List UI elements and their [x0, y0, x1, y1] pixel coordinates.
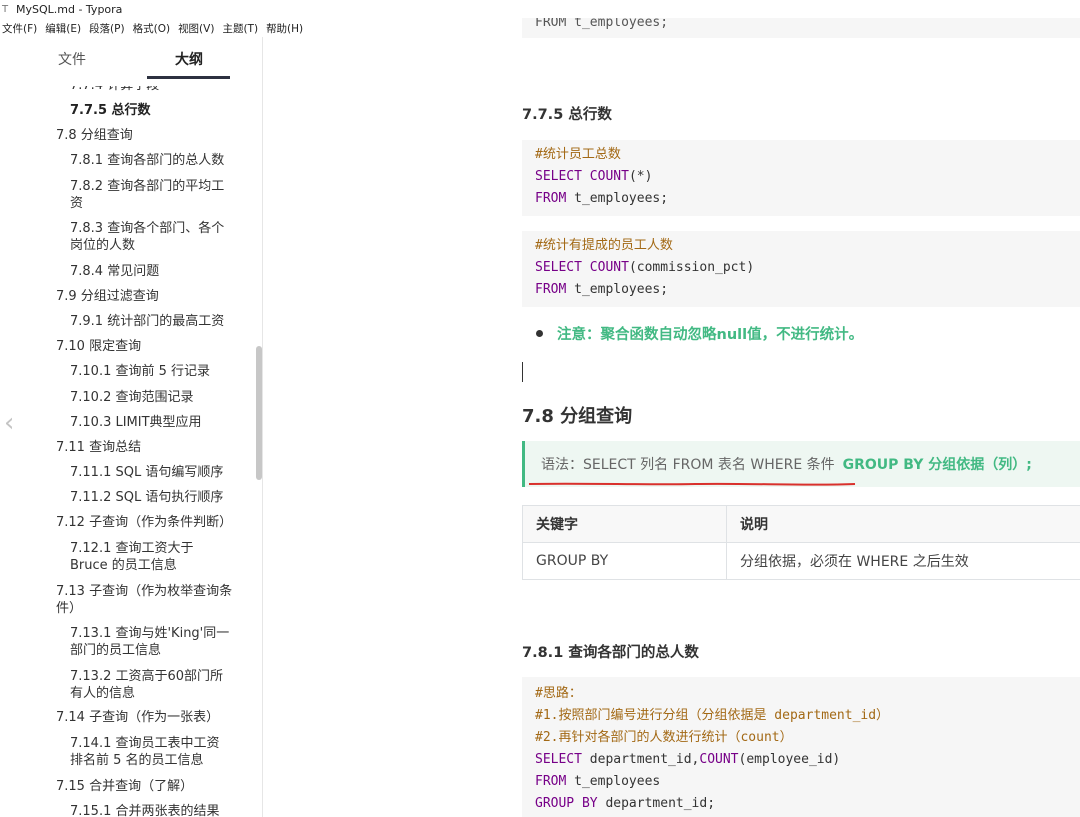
outline-item-7-13-2[interactable]: 7.13.2 工资高于60部门所有人的信息 [70, 668, 230, 702]
outline-item-7-9-1[interactable]: 7.9.1 统计部门的最高工资 [70, 313, 230, 330]
table-cell: 分组依据，必须在 WHERE 之后生效 [726, 542, 1080, 580]
outline-item-7-11-2[interactable]: 7.11.2 SQL 语句执行顺序 [70, 489, 230, 506]
menu-paragraph[interactable]: 段落(P) [89, 21, 125, 36]
syntax-group-by: GROUP BY 分组依据（列）; [842, 457, 1032, 473]
outline-item-7-8-4[interactable]: 7.8.4 常见问题 [70, 263, 230, 280]
code-block-count-commission[interactable]: #统计有提成的员工人数 SELECT COUNT(commission_pct)… [522, 231, 1080, 307]
table-header-row: 关键字 说明 [522, 505, 1080, 543]
code-function: COUNT [589, 169, 629, 184]
outline-item-7-8-1[interactable]: 7.8.1 查询各部门的总人数 [70, 152, 230, 169]
tab-files[interactable]: 文件 [58, 49, 86, 69]
table-cell: GROUP BY [522, 542, 727, 580]
code-keyword: FROM [535, 774, 567, 789]
code-text: (*) [628, 169, 653, 184]
code-comment: #统计有提成的员工人数 [535, 238, 673, 253]
tab-outline[interactable]: 大纲 [175, 49, 203, 69]
code-function: COUNT [699, 752, 739, 767]
code-line: FROM t_employees; [535, 18, 669, 30]
code-text: (employee_id) [738, 752, 841, 767]
outline-item-7-10-3[interactable]: 7.10.3 LIMIT典型应用 [70, 414, 230, 431]
code-block-count-all[interactable]: #统计员工总数 SELECT COUNT(*) FROM t_employees… [522, 140, 1080, 216]
sidebar-scrollbar[interactable] [256, 346, 262, 480]
outline-item-7-7-5[interactable]: 7.7.5 总行数 [70, 102, 230, 119]
outline-item-7-12-1[interactable]: 7.12.1 查询工资大于Bruce 的员工信息 [70, 540, 230, 574]
code-keyword: FROM [535, 282, 567, 297]
outline-item-7-11[interactable]: 7.11 查询总结 [56, 439, 246, 456]
code-function: COUNT [589, 260, 629, 275]
code-comment: #思路： [535, 686, 582, 701]
outline-item-7-13[interactable]: 7.13 子查询（作为枚举查询条件） [56, 583, 246, 617]
menu-view[interactable]: 视图(V) [178, 21, 214, 36]
outline-item-7-10-2[interactable]: 7.10.2 查询范围记录 [70, 389, 230, 406]
heading-7-8-1: 7.8.1 查询各部门的总人数 [522, 645, 699, 661]
active-tab-indicator [147, 76, 230, 79]
code-text: department_id, [581, 752, 700, 767]
code-comment: #统计员工总数 [535, 147, 621, 162]
red-annotation-underline [528, 482, 856, 486]
code-text: t_employees; [566, 282, 669, 297]
note-aggregate-null: 注意：聚合函数自动忽略null值，不进行统计。 [536, 323, 863, 344]
outline-item-7-10[interactable]: 7.10 限定查询 [56, 338, 246, 355]
menu-format[interactable]: 格式(O) [133, 21, 170, 36]
text-cursor [522, 362, 523, 382]
note-text: 注意：聚合函数自动忽略null值，不进行统计。 [557, 327, 864, 343]
code-text: department_id; [597, 796, 716, 811]
title-bar: T MySQL.md - Typora [0, 0, 1080, 18]
code-block-group-count[interactable]: #思路： #1.按照部门编号进行分组（分组依据是 department_id） … [522, 677, 1080, 817]
outline-item-7-10-1[interactable]: 7.10.1 查询前 5 行记录 [70, 363, 230, 380]
menu-file[interactable]: 文件(F) [2, 21, 37, 36]
outline-item-7-13-1[interactable]: 7.13.1 查询与姓'King'同一部门的员工信息 [70, 625, 230, 659]
code-text: t_employees [566, 774, 661, 789]
bullet-icon [536, 330, 543, 337]
code-text: (commission_pct) [628, 260, 755, 275]
outline-item-7-9[interactable]: 7.9 分组过滤查询 [56, 288, 246, 305]
heading-7-8: 7.8 分组查询 [522, 406, 633, 427]
menu-edit[interactable]: 编辑(E) [45, 21, 81, 36]
sidebar-tabs: 文件 大纲 [0, 37, 262, 83]
outline-item-7-11-1[interactable]: 7.11.1 SQL 语句编写顺序 [70, 464, 230, 481]
code-keyword: SELECT [535, 752, 582, 767]
outline-item-7-15[interactable]: 7.15 合并查询（了解） [56, 778, 246, 795]
syntax-text: 语法：SELECT 列名 FROM 表名 WHERE 条件 [541, 457, 835, 473]
sidebar: 文件 大纲 7.7.4 计算字段 7.7.5 总行数 7.8 分组查询 7.8.… [0, 37, 263, 817]
outline-item-7-8[interactable]: 7.8 分组查询 [56, 127, 246, 144]
menu-theme[interactable]: 主题(T) [222, 21, 258, 36]
code-keyword: SELECT [535, 260, 582, 275]
code-block-top[interactable]: FROM t_employees; [522, 18, 1080, 38]
code-keyword: FROM [535, 191, 567, 206]
outline-item-7-12[interactable]: 7.12 子查询（作为条件判断） [56, 514, 246, 531]
table-row: GROUP BY 分组依据，必须在 WHERE 之后生效 [522, 542, 1080, 580]
outline-item-7-15-1[interactable]: 7.15.1 合并两张表的结果 [70, 803, 230, 817]
chevron-left-icon[interactable]: ‹ [4, 408, 14, 438]
code-comment: #2.再针对各部门的人数进行统计（count） [535, 730, 793, 745]
outline-item-7-14-1[interactable]: 7.14.1 查询员工表中工资排名前 5 名的员工信息 [70, 735, 230, 769]
code-keyword: SELECT [535, 169, 582, 184]
code-text: t_employees; [566, 191, 669, 206]
outline-item-7-14[interactable]: 7.14 子查询（作为一张表） [56, 709, 246, 726]
heading-7-7-5: 7.7.5 总行数 [522, 107, 612, 123]
window-title: MySQL.md - Typora [16, 2, 123, 16]
table-header: 关键字 [522, 505, 727, 543]
table-header: 说明 [726, 505, 1080, 543]
keyword-table: 关键字 说明 GROUP BY 分组依据，必须在 WHERE 之后生效 [522, 505, 1080, 580]
code-comment: #1.按照部门编号进行分组（分组依据是 department_id） [535, 708, 890, 723]
outline-item-7-8-2[interactable]: 7.8.2 查询各部门的平均工资 [70, 178, 230, 212]
document-area: FROM t_employees; 7.7.5 总行数 #统计员工总数 SELE… [264, 18, 1080, 817]
typora-app-icon: T [2, 3, 9, 15]
code-keyword: GROUP BY [535, 796, 598, 811]
outline-item-7-8-3[interactable]: 7.8.3 查询各个部门、各个岗位的人数 [70, 220, 230, 254]
